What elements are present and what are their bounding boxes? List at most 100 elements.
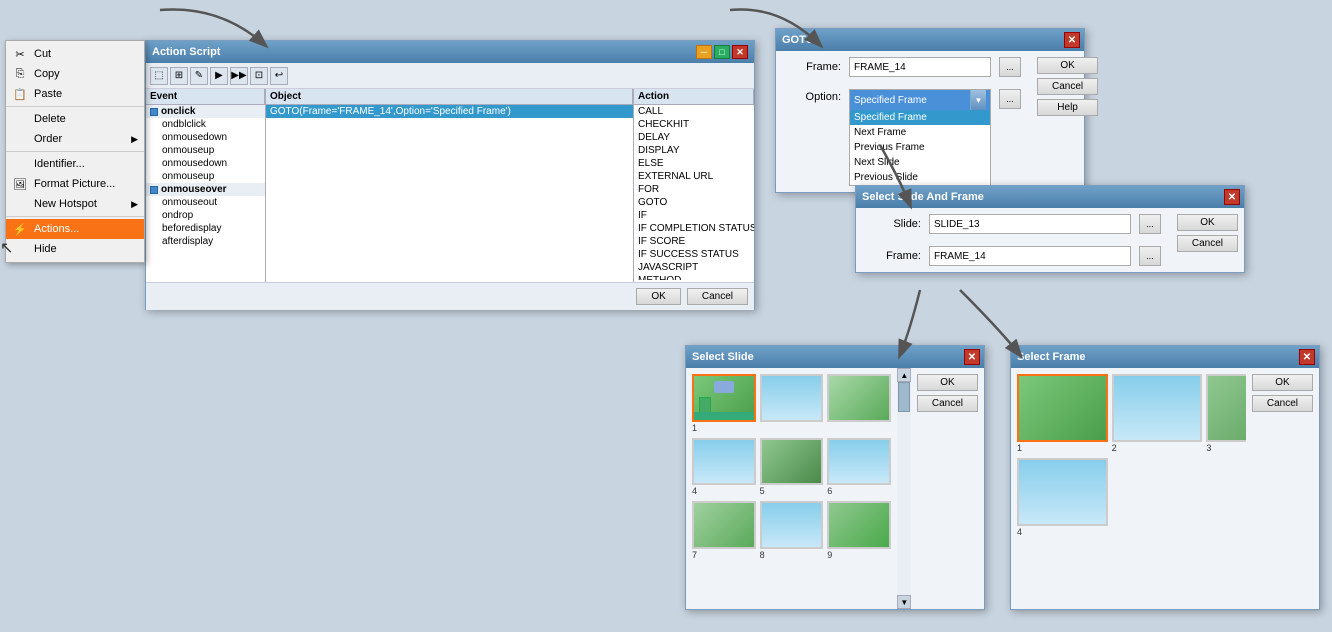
slide-btn[interactable]: ... — [1139, 214, 1161, 234]
event-row-ondrop[interactable]: ondrop — [146, 209, 265, 222]
select-slide-ok-button[interactable]: OK — [917, 374, 978, 391]
separator-2 — [6, 151, 144, 152]
action-method[interactable]: METHOD — [634, 274, 754, 280]
menu-item-identifier[interactable]: Identifier... — [6, 154, 144, 174]
dropdown-arrow[interactable]: ▼ — [970, 90, 986, 110]
scroll-thumb[interactable] — [898, 382, 910, 412]
event-row-onmousedown2[interactable]: onmousedown — [146, 157, 265, 170]
action-for[interactable]: FOR — [634, 183, 754, 196]
slide-thumb-7[interactable] — [692, 501, 756, 549]
frame-btn[interactable]: ... — [1139, 246, 1161, 266]
slide-input[interactable] — [929, 214, 1131, 234]
event-row-onmouseup2[interactable]: onmouseup — [146, 170, 265, 183]
goto-ok-button[interactable]: OK — [1037, 57, 1098, 74]
event-row-afterdisplay[interactable]: afterdisplay — [146, 235, 265, 248]
action-call[interactable]: CALL — [634, 105, 754, 118]
menu-item-paste[interactable]: 📋 Paste — [6, 84, 144, 104]
event-row-onmousedown1[interactable]: onmousedown — [146, 131, 265, 144]
action-if-completion[interactable]: IF COMPLETION STATUS — [634, 222, 754, 235]
goto-frame-btn[interactable]: ... — [999, 57, 1021, 77]
goto-dropdown[interactable]: Specified Frame ▼ Specified Frame Next F… — [849, 89, 991, 186]
minimize-button[interactable]: ─ — [696, 45, 712, 59]
menu-item-format-picture[interactable]: 🖼 Format Picture... — [6, 174, 144, 194]
goto-frame-row: Frame: ... — [776, 51, 1031, 83]
slide-thumb-5[interactable] — [760, 438, 824, 486]
dropdown-header[interactable]: Specified Frame ▼ — [850, 90, 990, 110]
toolbar-icon-4[interactable]: ▶ — [210, 67, 228, 85]
select-slide-cancel-button[interactable]: Cancel — [917, 395, 978, 412]
scroll-down-arrow[interactable]: ▼ — [897, 595, 911, 609]
action-cancel-button[interactable]: Cancel — [687, 288, 748, 305]
slide-thumb-6[interactable] — [827, 438, 891, 486]
event-row-onclick[interactable]: onclick — [146, 105, 265, 118]
event-row-onmouseover[interactable]: onmouseover — [146, 183, 265, 196]
menu-item-copy[interactable]: ⎘ Copy — [6, 64, 144, 84]
goto-close[interactable]: ✕ — [1064, 32, 1080, 48]
option-previous-slide[interactable]: Previous Slide — [850, 170, 990, 185]
toolbar-icon-2[interactable]: ⊞ — [170, 67, 188, 85]
option-next-frame[interactable]: Next Frame — [850, 125, 990, 140]
slide-thumb-1[interactable] — [692, 374, 756, 422]
object-row-selected[interactable]: GOTO(Frame='FRAME_14',Option='Specified … — [266, 105, 633, 118]
slide-thumb-2[interactable] — [760, 374, 824, 422]
close-button[interactable]: ✕ — [732, 45, 748, 59]
option-previous-frame[interactable]: Previous Frame — [850, 140, 990, 155]
slide-thumb-9[interactable] — [827, 501, 891, 549]
scroll-up-arrow[interactable]: ▲ — [897, 368, 911, 382]
action-toolbar: ⬚ ⊞ ✎ ▶ ▶▶ ⊡ ↩ — [146, 63, 754, 89]
select-slide-dialog: Select Slide ✕ 1 — [685, 345, 985, 610]
slide-frame-close[interactable]: ✕ — [1224, 189, 1240, 205]
action-checkhit[interactable]: CHECKHIT — [634, 118, 754, 131]
slide-thumb-3[interactable] — [827, 374, 891, 422]
slide-frame-ok-button[interactable]: OK — [1177, 214, 1238, 231]
maximize-button[interactable]: □ — [714, 45, 730, 59]
goto-frame-input[interactable] — [849, 57, 991, 77]
action-else[interactable]: ELSE — [634, 157, 754, 170]
slide-thumb-4[interactable] — [692, 438, 756, 486]
menu-item-actions[interactable]: ⚡ Actions... — [6, 219, 144, 239]
slide-thumb-8[interactable] — [760, 501, 824, 549]
menu-item-hide[interactable]: Hide — [6, 239, 144, 259]
event-row-onmouseup1[interactable]: onmouseup — [146, 144, 265, 157]
menu-item-cut[interactable]: ✂ Cut — [6, 44, 144, 64]
toolbar-icon-3[interactable]: ✎ — [190, 67, 208, 85]
toolbar-icon-1[interactable]: ⬚ — [150, 67, 168, 85]
event-row-beforedisplay[interactable]: beforedisplay — [146, 222, 265, 235]
frame-input[interactable] — [929, 246, 1131, 266]
action-if-score[interactable]: IF SCORE — [634, 235, 754, 248]
frame-thumb-3[interactable] — [1206, 374, 1246, 442]
toolbar-icon-7[interactable]: ↩ — [270, 67, 288, 85]
menu-item-new-hotspot[interactable]: New Hotspot ▶ — [6, 194, 144, 214]
select-slide-close[interactable]: ✕ — [964, 349, 980, 365]
toolbar-icon-5[interactable]: ▶▶ — [230, 67, 248, 85]
select-frame-cancel-button[interactable]: Cancel — [1252, 395, 1313, 412]
slide-thumb-wrapper-1: 1 — [692, 374, 756, 434]
menu-item-order[interactable]: Order ▶ — [6, 129, 144, 149]
frame-thumb-4[interactable] — [1017, 458, 1108, 526]
goto-option-btn[interactable]: ... — [999, 89, 1021, 109]
menu-item-delete[interactable]: Delete — [6, 109, 144, 129]
action-javascript[interactable]: JAVASCRIPT — [634, 261, 754, 274]
action-if-success[interactable]: IF SUCCESS STATUS — [634, 248, 754, 261]
thumb-inner-9 — [829, 503, 889, 547]
select-frame-ok-button[interactable]: OK — [1252, 374, 1313, 391]
action-if[interactable]: IF — [634, 209, 754, 222]
event-row-ondblclick[interactable]: ondblclick — [146, 118, 265, 131]
goto-dialog-buttons: OK Cancel Help — [1031, 51, 1104, 192]
frame-num-2: 2 — [1112, 443, 1117, 453]
action-goto[interactable]: GOTO — [634, 196, 754, 209]
action-display[interactable]: DISPLAY — [634, 144, 754, 157]
action-external-url[interactable]: EXTERNAL URL — [634, 170, 754, 183]
slide-frame-cancel-button[interactable]: Cancel — [1177, 235, 1238, 252]
goto-help-button[interactable]: Help — [1037, 99, 1098, 116]
select-frame-close[interactable]: ✕ — [1299, 349, 1315, 365]
frame-thumb-2[interactable] — [1112, 374, 1203, 442]
action-delay[interactable]: DELAY — [634, 131, 754, 144]
option-next-slide[interactable]: Next Slide — [850, 155, 990, 170]
option-specified-frame[interactable]: Specified Frame — [850, 110, 990, 125]
goto-cancel-button[interactable]: Cancel — [1037, 78, 1098, 95]
toolbar-icon-6[interactable]: ⊡ — [250, 67, 268, 85]
event-row-onmouseout[interactable]: onmouseout — [146, 196, 265, 209]
frame-thumb-1[interactable] — [1017, 374, 1108, 442]
action-ok-button[interactable]: OK — [636, 288, 680, 305]
